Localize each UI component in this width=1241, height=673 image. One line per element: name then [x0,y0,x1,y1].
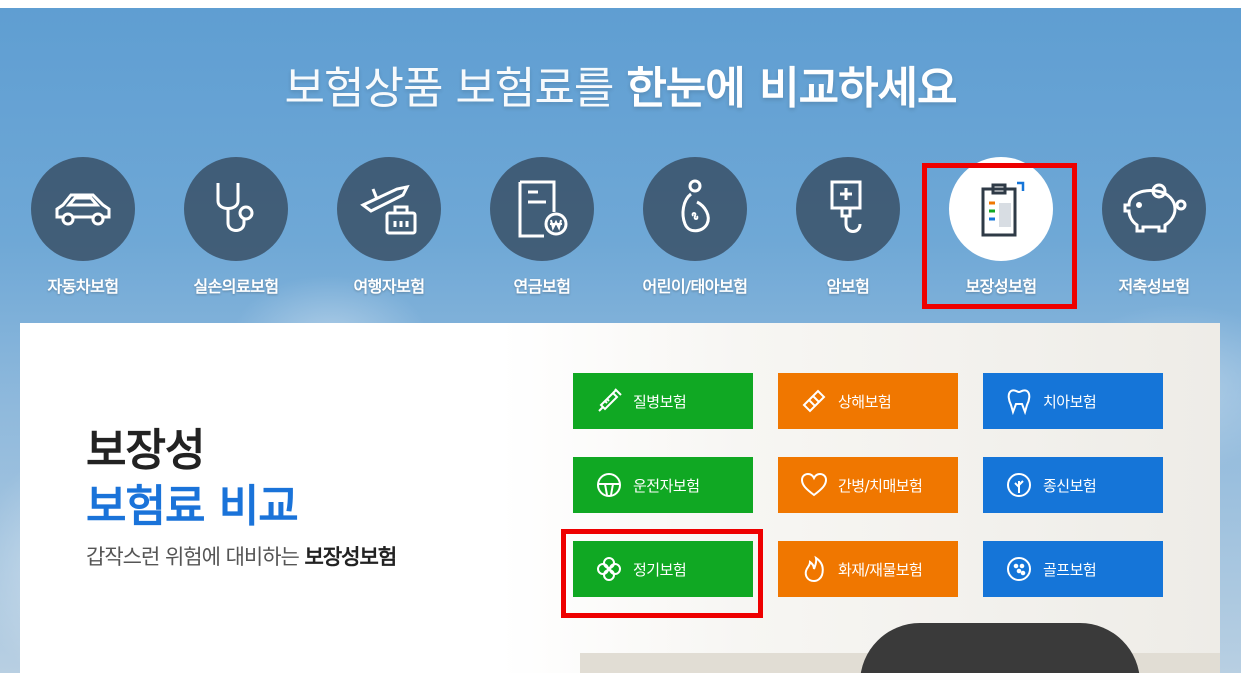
panel-subtitle: 갑작스런 위험에 대비하는 보장성보험 [86,545,397,569]
category-car-insurance[interactable]: 자동차보험 [8,157,158,297]
heart-icon [800,472,828,497]
category-cancer-insurance[interactable]: 암보험 [773,157,923,297]
pregnant-icon [643,157,747,261]
active-category-highlight [922,163,1077,309]
category-medical-insurance[interactable]: 실손의료보험 [161,157,311,297]
golf-ball-icon [1007,557,1031,581]
iv-bag-icon [796,157,900,261]
fire-property-insurance-button[interactable]: 화재/재물보험 [778,541,958,597]
selected-product-highlight [561,529,763,618]
steering-wheel-icon [597,473,621,497]
category-travel-insurance[interactable]: 여행자보험 [314,157,464,297]
stethoscope-icon [184,157,288,261]
golf-insurance-button[interactable]: 골프보험 [983,541,1163,597]
bandage-icon [802,389,826,413]
disease-insurance-button[interactable]: 질병보험 [573,373,753,429]
syringe-icon [598,388,622,412]
page-headline: 보험상품 보험료를 한눈에 비교하세요 [284,63,958,114]
category-child-insurance[interactable]: 어린이/태아보험 [620,157,770,297]
airplane-luggage-icon [337,157,441,261]
fire-icon [804,555,824,583]
panel-title-accent: 보험료 비교 [86,481,299,532]
car-icon [31,157,135,261]
pension-document-icon [490,157,594,261]
panel-title: 보장성 [86,425,205,476]
whole-life-insurance-button[interactable]: 종신보험 [983,457,1163,513]
piggy-bank-icon [1102,157,1206,261]
category-pension-insurance[interactable]: 연금보험 [467,157,617,297]
driver-insurance-button[interactable]: 운전자보험 [573,457,753,513]
background-chair [860,623,1140,673]
tooth-icon [1007,389,1031,415]
dental-insurance-button[interactable]: 치아보험 [983,373,1163,429]
category-savings-insurance[interactable]: 저축성보험 [1079,157,1229,297]
tree-icon [1007,473,1031,497]
nursing-dementia-insurance-button[interactable]: 간병/치매보험 [778,457,958,513]
accident-insurance-button[interactable]: 상해보험 [778,373,958,429]
